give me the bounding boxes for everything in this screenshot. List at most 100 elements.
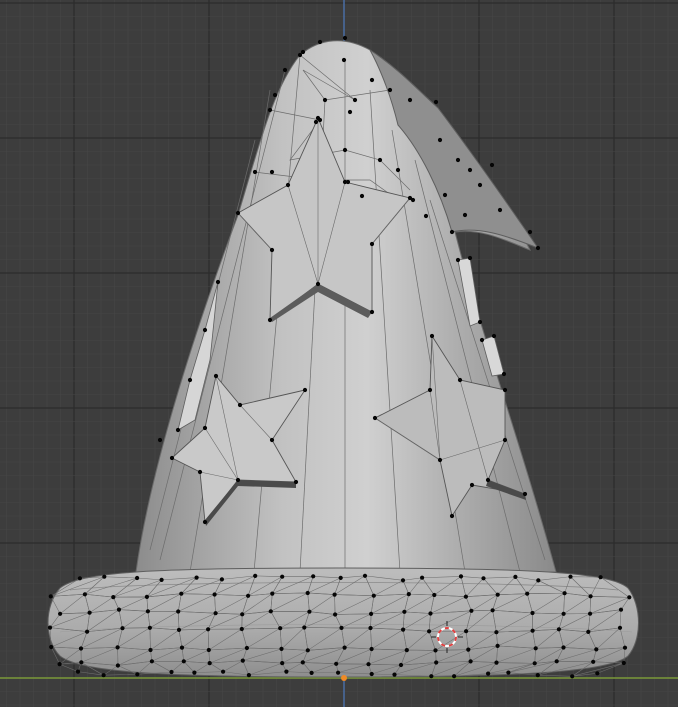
vertex[interactable]: [407, 195, 413, 201]
vertex[interactable]: [627, 595, 632, 600]
vertex[interactable]: [101, 673, 106, 678]
vertex[interactable]: [307, 609, 312, 614]
vertex[interactable]: [532, 661, 537, 666]
vertex[interactable]: [269, 437, 275, 443]
wizard-hat-mesh[interactable]: [47, 35, 639, 679]
vertex[interactable]: [334, 661, 339, 666]
vertex[interactable]: [332, 592, 337, 597]
vertex[interactable]: [392, 672, 397, 677]
vertex[interactable]: [371, 593, 376, 598]
vertex[interactable]: [464, 629, 469, 634]
vertex[interactable]: [530, 628, 535, 633]
vertex[interactable]: [479, 337, 485, 343]
vertex[interactable]: [194, 575, 199, 580]
vertex[interactable]: [311, 574, 316, 579]
vertex[interactable]: [494, 660, 499, 665]
vertex[interactable]: [506, 670, 511, 675]
vertex[interactable]: [300, 49, 306, 55]
vertex[interactable]: [437, 137, 443, 143]
vertex[interactable]: [467, 167, 473, 173]
vertex[interactable]: [57, 662, 62, 667]
vertex[interactable]: [530, 610, 535, 616]
vertex[interactable]: [468, 659, 473, 664]
vertex[interactable]: [305, 648, 310, 653]
vertex[interactable]: [300, 660, 305, 665]
vertex[interactable]: [309, 670, 314, 676]
vertex[interactable]: [570, 674, 575, 679]
vertex[interactable]: [395, 167, 401, 173]
vertex[interactable]: [197, 469, 203, 475]
vertex[interactable]: [594, 647, 599, 652]
vertex[interactable]: [333, 612, 338, 617]
vertex[interactable]: [149, 659, 154, 664]
vertex[interactable]: [176, 609, 181, 614]
vertex[interactable]: [432, 592, 437, 598]
vertex[interactable]: [513, 574, 518, 580]
vertex[interactable]: [368, 625, 373, 631]
vertex[interactable]: [269, 247, 275, 253]
vertex[interactable]: [406, 592, 411, 597]
vertex[interactable]: [398, 662, 404, 668]
vertex[interactable]: [120, 626, 125, 631]
vertex[interactable]: [235, 210, 241, 216]
3d-viewport[interactable]: [0, 0, 678, 707]
vertex[interactable]: [342, 147, 348, 153]
vertex[interactable]: [270, 591, 275, 596]
vertex[interactable]: [159, 577, 164, 583]
vertex[interactable]: [221, 669, 226, 674]
vertex[interactable]: [111, 595, 116, 600]
vertex[interactable]: [469, 482, 475, 488]
vertex[interactable]: [336, 670, 341, 675]
vertex[interactable]: [533, 646, 538, 651]
vertex[interactable]: [82, 592, 87, 597]
vertex[interactable]: [407, 97, 413, 103]
vertex[interactable]: [362, 573, 368, 578]
vertex[interactable]: [302, 387, 308, 393]
vertex[interactable]: [77, 576, 82, 581]
vertex[interactable]: [212, 592, 217, 597]
vertex[interactable]: [202, 425, 208, 431]
vertex[interactable]: [387, 87, 393, 93]
vertex[interactable]: [495, 643, 500, 649]
vertex[interactable]: [315, 115, 321, 121]
vertex[interactable]: [58, 611, 63, 616]
vertex[interactable]: [252, 169, 258, 175]
vertex[interactable]: [467, 255, 473, 261]
vertex[interactable]: [267, 317, 273, 323]
vertex[interactable]: [235, 477, 241, 483]
vertex[interactable]: [246, 593, 251, 598]
vertex[interactable]: [369, 241, 375, 247]
vertex[interactable]: [135, 672, 140, 677]
vertex[interactable]: [469, 608, 474, 613]
vertex[interactable]: [588, 611, 593, 616]
vertex[interactable]: [148, 647, 153, 653]
vertex[interactable]: [313, 119, 319, 125]
vertex[interactable]: [377, 157, 383, 163]
vertex[interactable]: [315, 281, 321, 287]
vertex[interactable]: [598, 575, 603, 580]
vertex[interactable]: [372, 415, 378, 421]
vertex[interactable]: [497, 207, 503, 213]
vertex[interactable]: [359, 193, 365, 199]
vertex[interactable]: [369, 611, 374, 617]
vertex[interactable]: [535, 673, 540, 678]
vertex[interactable]: [562, 591, 567, 596]
vertex[interactable]: [369, 671, 374, 677]
vertex[interactable]: [423, 213, 429, 219]
vertex[interactable]: [458, 574, 464, 579]
vertex[interactable]: [279, 646, 284, 652]
vertex[interactable]: [490, 608, 495, 613]
vertex[interactable]: [525, 591, 530, 596]
vertex[interactable]: [420, 575, 425, 580]
vertex[interactable]: [219, 577, 224, 582]
hat-brim[interactable]: [47, 567, 639, 678]
vertex[interactable]: [202, 327, 208, 333]
vertex[interactable]: [202, 519, 208, 525]
vertex[interactable]: [187, 377, 193, 383]
vertex[interactable]: [554, 659, 559, 664]
vertex[interactable]: [268, 609, 273, 614]
vertex[interactable]: [135, 575, 140, 581]
vertex[interactable]: [102, 574, 107, 579]
vertex[interactable]: [169, 669, 174, 675]
vertex[interactable]: [427, 387, 433, 393]
